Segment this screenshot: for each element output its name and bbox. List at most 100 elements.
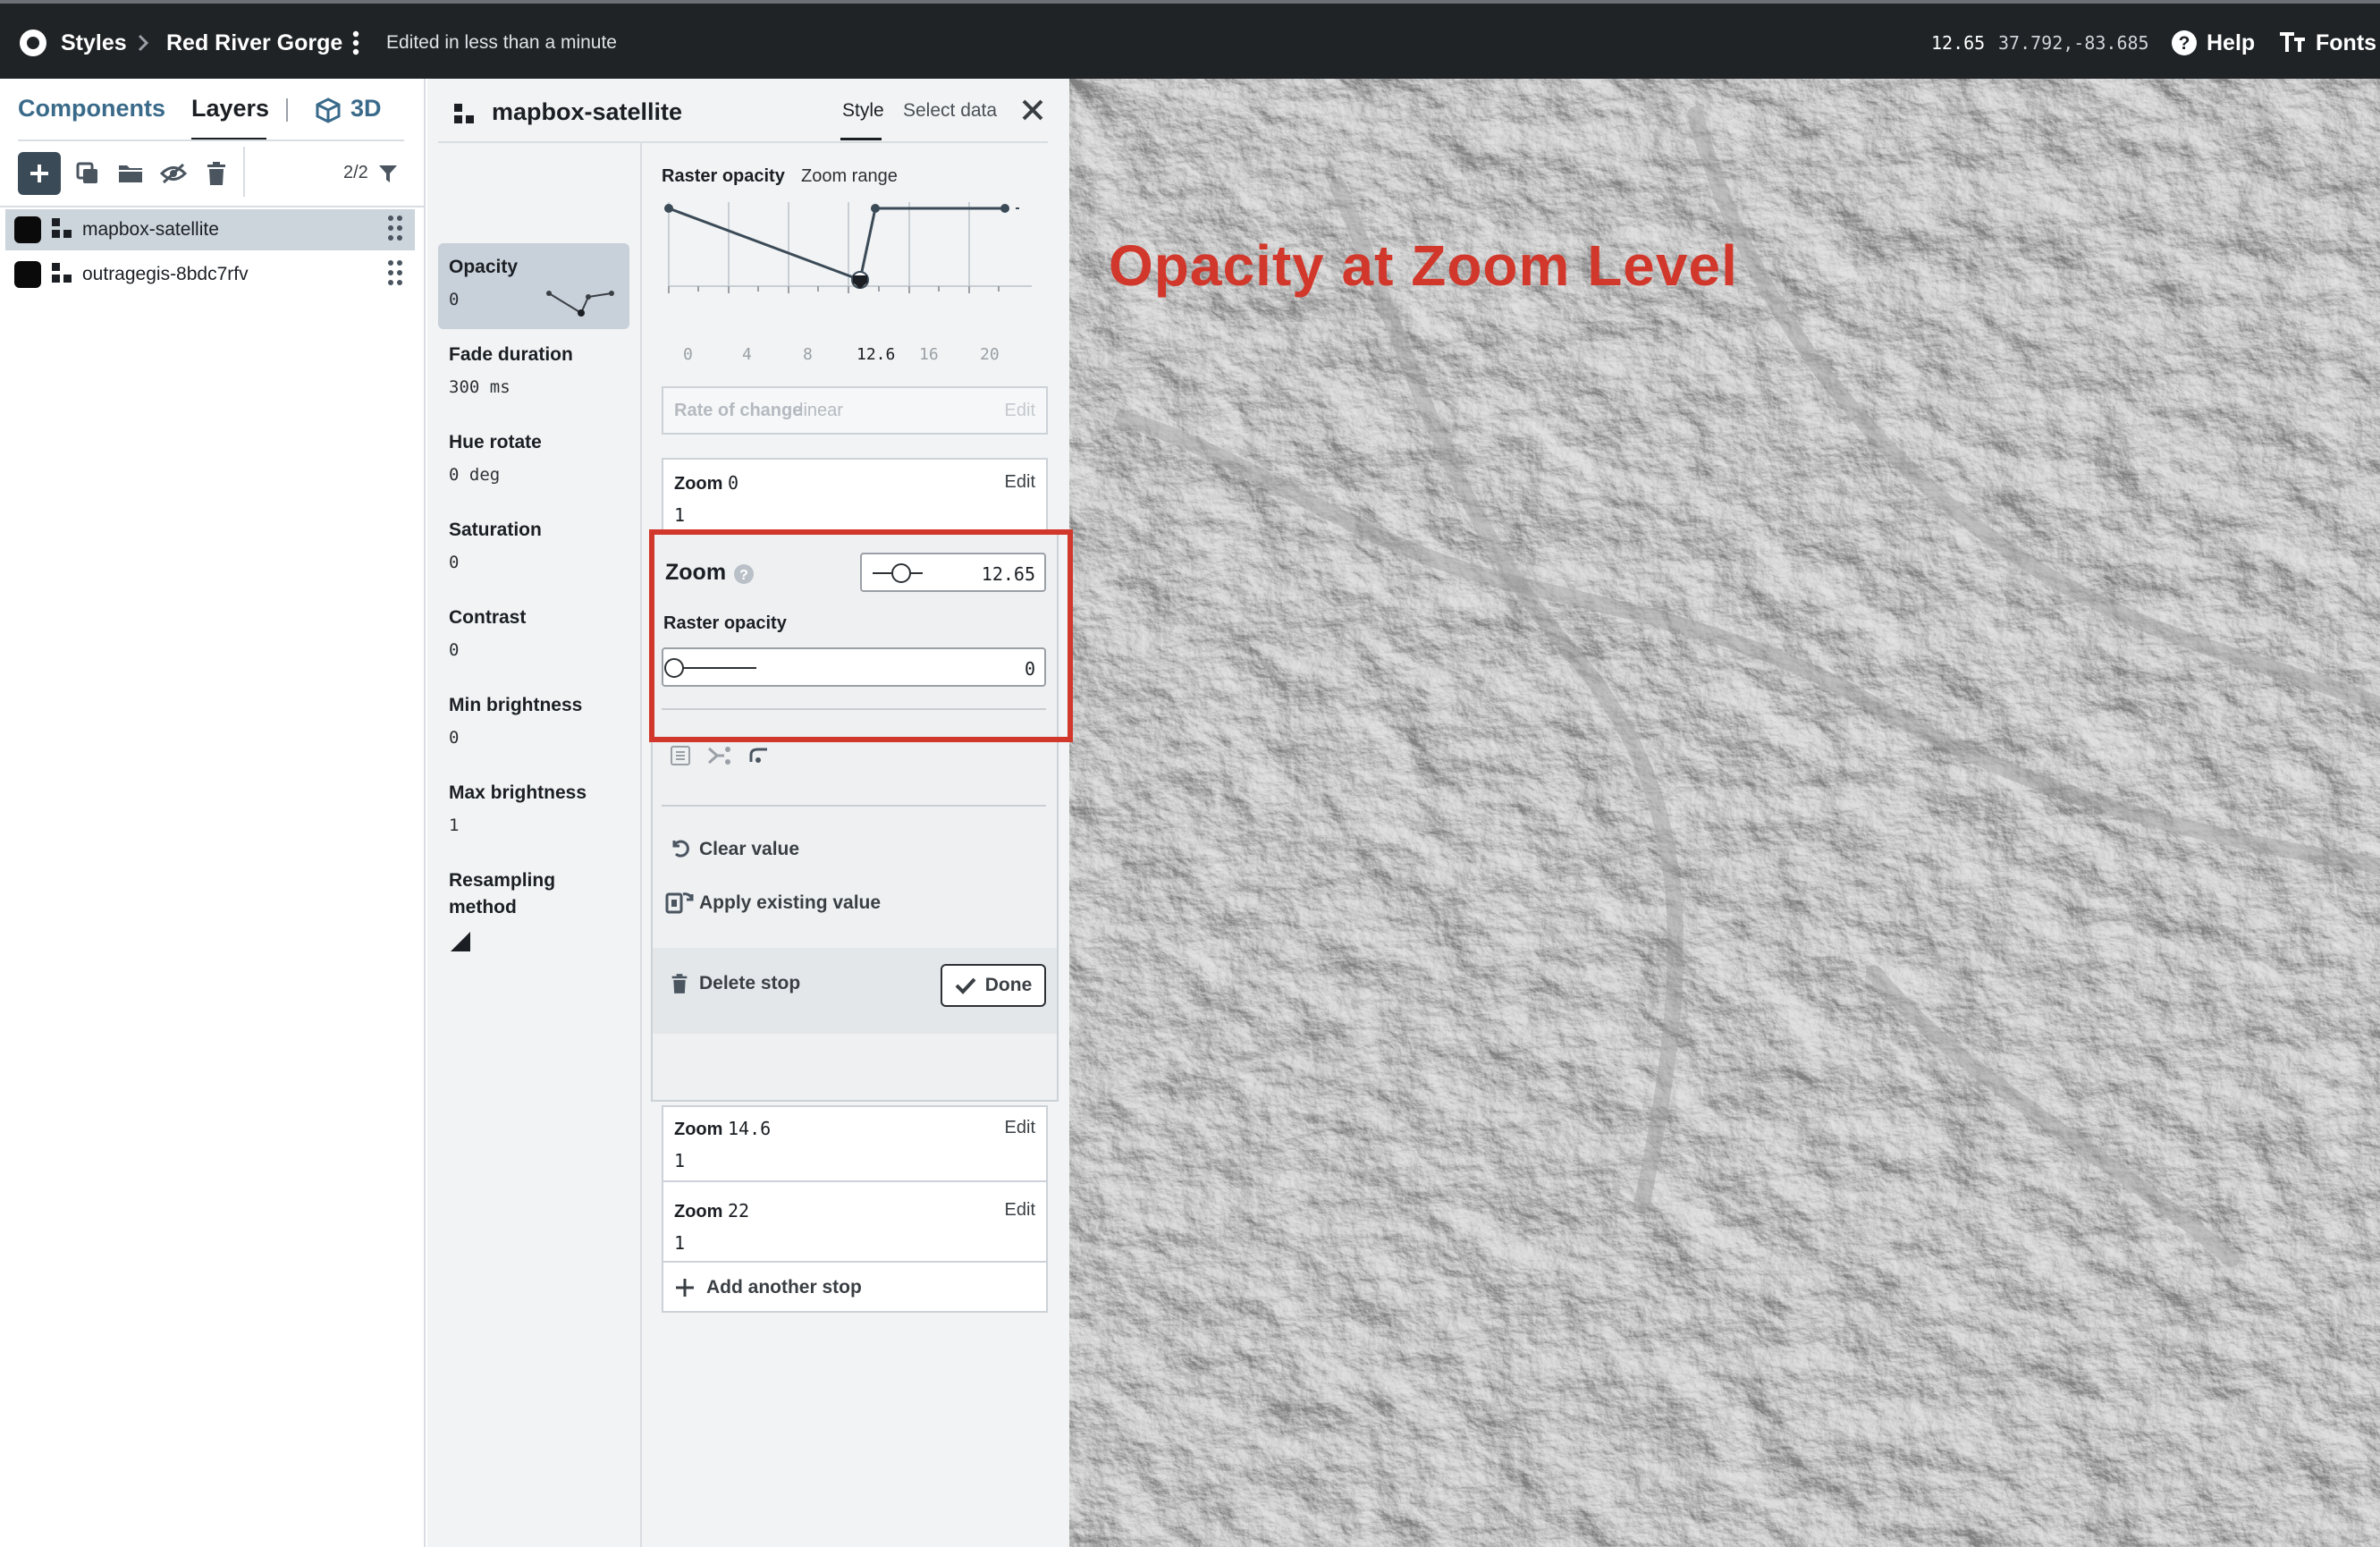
breadcrumb-styles[interactable]: Styles [61,4,127,82]
mapbox-logo-icon[interactable] [20,4,46,82]
property-saturation[interactable]: Saturation 0 [438,506,629,583]
branch-icon[interactable] [706,744,731,772]
property-name: Saturation [449,520,542,540]
stop-edit-link[interactable]: Edit [1005,1118,1035,1138]
raster-layer-icon [452,102,476,130]
layer-color-swatch [14,261,41,288]
group-layers-button[interactable] [113,156,148,191]
property-min-brightness[interactable]: Min brightness 0 [438,681,629,758]
trash-icon [671,973,688,999]
layer-title[interactable]: mapbox-satellite [492,98,682,126]
tab-divider [286,98,288,122]
more-vertical-icon[interactable] [350,4,361,82]
map-canvas[interactable] [1069,79,2380,1547]
plus-icon [676,1279,694,1297]
coordinates-readout: 37.792,-83.685 [1998,32,2149,54]
property-value: 1 [449,816,460,835]
top-bar: Styles Red River Gorge Edited in less th… [0,0,2380,79]
add-layer-button[interactable] [18,152,61,195]
tick-label: 16 [919,345,939,364]
drag-handle-icon[interactable] [386,258,404,292]
apply-existing-value-button[interactable]: Apply existing value [699,892,881,914]
layers-panel: Components Layers 3D 2/2 mapbox-satellit… [0,79,426,1547]
toolbar-divider [243,147,245,197]
property-hue-rotate[interactable]: Hue rotate 0 deg [438,418,629,495]
layer-name: mapbox-satellite [82,219,219,240]
property-name: Opacity [449,257,519,277]
property-value: 300 ms [449,377,511,397]
stop-edit-link[interactable]: Edit [1005,1200,1035,1221]
duplicate-layer-button[interactable] [70,156,105,191]
help-icon[interactable]: ? [2171,4,2198,82]
property-name-line2: method [449,897,517,917]
rate-of-change-field[interactable]: Rate of change linear Edit [662,386,1048,435]
stop-card-zoom-22[interactable]: Zoom 22 Edit 1 [662,1180,1048,1263]
property-max-brightness[interactable]: Max brightness 1 [438,769,629,846]
rate-of-change-label: Rate of change [674,401,803,420]
tab-layers[interactable]: Layers [191,95,269,123]
add-another-stop-button[interactable]: Add another stop [662,1261,1048,1313]
curve-icon[interactable] [747,744,771,772]
filter-icon[interactable] [377,163,399,189]
clear-value-button[interactable]: Clear value [699,839,799,860]
folder-icon [119,165,142,182]
drag-handle-icon[interactable] [386,214,404,247]
done-button[interactable]: Done [941,964,1046,1007]
close-icon[interactable] [1021,98,1044,126]
property-value: 0 deg [449,465,501,485]
stop-value: 1 [674,1232,686,1254]
property-contrast[interactable]: Contrast 0 [438,594,629,671]
layer-row-mapbox-satellite[interactable]: mapbox-satellite [5,209,415,250]
duplicate-icon [76,162,97,183]
tick-label: 20 [980,345,1000,364]
editor-header: mapbox-satellite Style Select data [427,79,1069,143]
toolbar-border [0,206,424,207]
property-opacity[interactable]: Opacity 0 [438,243,629,329]
tab-components[interactable]: Components [18,95,165,123]
stop-value: 1 [674,1150,686,1171]
chevron-right-icon [136,4,150,82]
layer-editor: mapbox-satellite Style Select data Opaci… [427,79,1069,1547]
check-icon [955,977,976,994]
tabs-border [18,139,404,141]
layer-filter-count[interactable]: 2/2 [343,163,368,183]
stop-zoom-label: Zoom 0 [674,472,739,494]
hide-layer-button[interactable] [156,156,191,191]
annotation-label: Opacity at Zoom Level [1109,233,1738,298]
rate-of-change-edit[interactable]: Edit [1005,401,1035,421]
layer-row-outragegis[interactable]: outragegis-8bdc7rfv [5,254,415,295]
cube-icon[interactable] [315,97,342,128]
zoom-readout: 12.65 [1931,32,1986,54]
property-resampling-method[interactable]: Resampling method [438,857,629,968]
fonts-icon[interactable] [2278,4,2307,82]
stop-edit-link[interactable]: Edit [1005,472,1035,493]
fonts-link[interactable]: Fonts [2316,4,2376,82]
tab-3d[interactable]: 3D [350,95,382,123]
raster-layer-icon [50,261,73,289]
stop-card-zoom-14-6[interactable]: Zoom 14.6 Edit 1 [662,1105,1048,1182]
property-name: Max brightness [449,782,587,803]
svg-text:?: ? [2179,33,2190,54]
trash-icon [207,162,225,185]
help-link[interactable]: Help [2207,4,2255,82]
edited-status: Edited in less than a minute [386,32,617,53]
property-fade-duration[interactable]: Fade duration 300 ms [438,331,629,408]
tick-label-current: 12.6 [857,345,896,364]
property-name: Fade duration [449,344,573,365]
list-icon[interactable] [669,744,692,772]
stop-card-zoom-0[interactable]: Zoom 0 Edit 1 [662,458,1048,533]
eye-off-icon [159,163,188,184]
chart-title: Raster opacity [662,166,785,186]
breadcrumb-project[interactable]: Red River Gorge [166,4,342,82]
zoom-curve-chart[interactable] [662,195,1048,329]
delete-layer-button[interactable] [198,156,234,191]
plus-icon [30,165,48,182]
tab-style[interactable]: Style [842,100,884,122]
chart-subtitle: Zoom range [801,166,898,186]
function-curve-icon [546,291,614,317]
tab-select-data[interactable]: Select data [903,100,997,122]
separator [662,805,1046,807]
delete-stop-button[interactable]: Delete stop [699,973,800,994]
stop-value: 1 [674,504,686,526]
property-list: Opacity 0 Fade duration 300 ms Hue rotat… [427,143,642,1547]
